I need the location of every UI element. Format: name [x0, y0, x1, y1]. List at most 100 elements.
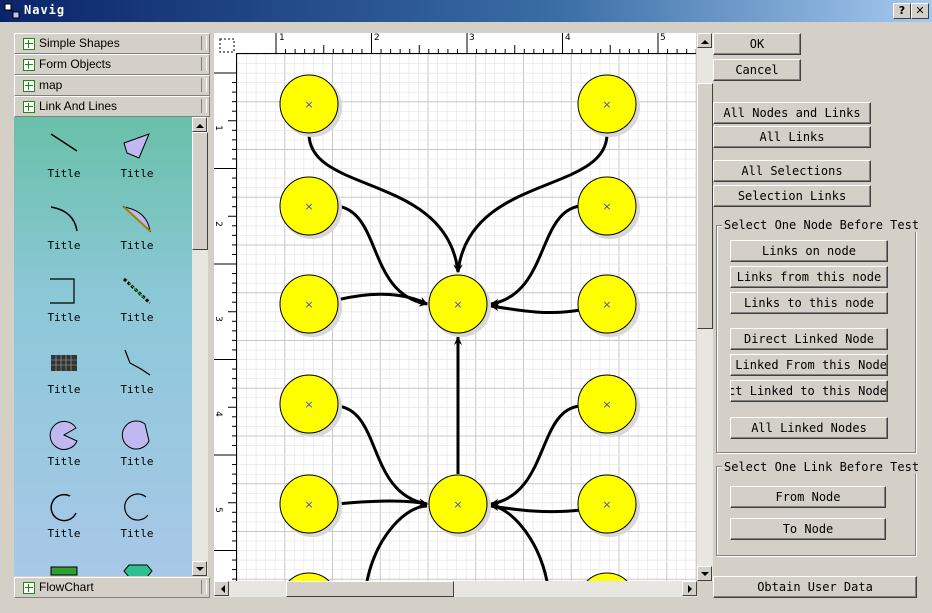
palette-item-polyline[interactable]: Title [107, 343, 167, 403]
svg-text:×: × [602, 200, 611, 213]
canvas-hscroll-thumb[interactable] [286, 581, 454, 597]
connector-icon [50, 566, 78, 576]
diagram-node[interactable]: × [577, 176, 640, 239]
svg-text:×: × [304, 98, 313, 111]
tag-icon [123, 564, 153, 576]
palette-item-pacman[interactable]: Title [34, 415, 94, 475]
polygon-icon [123, 133, 150, 159]
palette-item-grid[interactable]: Title [34, 343, 94, 403]
pie-icon [122, 206, 151, 233]
palette-item-open-circle[interactable]: Title [107, 487, 167, 547]
palette-item-tag[interactable] [107, 557, 167, 576]
links-from-node-button[interactable]: Links from this node [730, 266, 888, 288]
ruler-left: 1 2 3 4 5 [212, 53, 237, 599]
ruler-left-label: 2 [212, 221, 223, 227]
ruler-left-label: 5 [212, 507, 223, 513]
pacman-icon [49, 421, 78, 450]
chord-icon [121, 420, 150, 450]
all-selections-button[interactable]: All Selections [713, 160, 871, 182]
diagram-grid[interactable]: ×××××××××××××× [237, 54, 696, 581]
title-bar: Navig ? ✕ [0, 0, 932, 22]
svg-text:×: × [602, 98, 611, 111]
diagram-node[interactable]: × [577, 474, 640, 537]
svg-text:×: × [602, 498, 611, 511]
canvas-vscrollbar[interactable] [697, 33, 713, 581]
obtain-user-data-button[interactable]: Obtain User Data [713, 576, 917, 598]
svg-text:×: × [304, 298, 313, 311]
diagram-node[interactable]: × [578, 572, 640, 581]
svg-text:×: × [304, 498, 313, 511]
canvas-scroll-down-button[interactable] [697, 566, 712, 581]
ruler-top: 1 2 3 4 5 [236, 33, 726, 54]
window-title: Navig [24, 3, 66, 17]
to-node-button[interactable]: To Node [730, 518, 886, 540]
category-flowchart[interactable]: FlowChart [14, 577, 210, 598]
open-circle-icon [124, 493, 149, 521]
svg-text:×: × [453, 298, 462, 311]
palette-item-connector[interactable] [34, 557, 94, 576]
help-button[interactable]: ? [893, 3, 911, 19]
category-simple-shapes[interactable]: Simple Shapes [14, 33, 210, 54]
selection-links-button[interactable]: Selection Links [713, 185, 871, 207]
all-links-button[interactable]: All Links [713, 126, 871, 148]
palette-item-chord[interactable]: Title [107, 415, 167, 475]
direct-linked-from-node-button[interactable]: Direct Linked From this Node [730, 354, 888, 376]
palette-item-dimension[interactable]: Title [107, 271, 167, 331]
links-on-node-button[interactable]: Links on node [730, 240, 888, 262]
svg-text:×: × [453, 498, 462, 511]
palette-item-bracket[interactable]: Title [34, 271, 94, 331]
links-to-node-button[interactable]: Links to this node [730, 292, 888, 314]
ruler-top-label: 2 [374, 33, 380, 43]
svg-text:×: × [602, 398, 611, 411]
ruler-top-label: 4 [565, 33, 571, 43]
canvas-scroll-right-button[interactable] [682, 581, 697, 596]
bracket-icon [50, 278, 75, 304]
polyline-icon [124, 349, 151, 376]
scroll-thumb[interactable] [192, 132, 208, 250]
diagram-node[interactable]: × [577, 374, 640, 437]
ruler-corner [214, 33, 236, 53]
canvas-scroll-left-button[interactable] [214, 581, 229, 596]
direct-linked-to-node-button[interactable]: Direct Linked to this Node [730, 380, 888, 402]
svg-text:×: × [304, 200, 313, 213]
palette-items: Title Title Title Title Title Title Titl… [14, 117, 192, 576]
ok-button[interactable]: OK [713, 33, 801, 55]
diagram-node[interactable]: × [428, 274, 491, 337]
app-icon [4, 3, 20, 19]
palette-item-open-arc[interactable]: Title [34, 487, 94, 547]
svg-text:×: × [602, 298, 611, 311]
shape-palette: Simple Shapes Form Objects map Link And … [14, 33, 210, 598]
all-linked-nodes-button[interactable]: All Linked Nodes [730, 417, 888, 439]
node-test-group-label: Select One Node Before Test [722, 218, 922, 232]
expand-icon [23, 101, 35, 113]
diagram-node[interactable]: × [577, 274, 640, 337]
ruler-top-label: 1 [279, 33, 285, 43]
scroll-up-button[interactable] [192, 117, 207, 132]
ruler-top-label: 5 [660, 33, 666, 43]
palette-item-line[interactable]: Title [34, 127, 94, 187]
canvas-vscroll-thumb[interactable] [697, 83, 713, 329]
expand-icon [23, 59, 35, 71]
palette-item-arc[interactable]: Title [34, 199, 94, 259]
from-node-button[interactable]: From Node [730, 486, 886, 508]
scroll-down-button[interactable] [192, 561, 207, 576]
diagram-node[interactable]: × [577, 74, 640, 137]
palette-item-polygon[interactable]: Title [107, 127, 167, 187]
line-icon [50, 133, 78, 152]
diagram-node[interactable]: × [428, 474, 491, 537]
all-nodes-and-links-button[interactable]: All Nodes and Links [713, 102, 871, 124]
category-form-objects[interactable]: Form Objects [14, 54, 210, 75]
palette-scrollbar[interactable] [192, 117, 208, 576]
canvas-hscrollbar[interactable] [214, 581, 697, 597]
direct-linked-node-button[interactable]: Direct Linked Node [730, 328, 888, 350]
ruler-top-label: 3 [469, 33, 475, 43]
canvas-scroll-up-button[interactable] [697, 33, 712, 48]
category-map[interactable]: map [14, 75, 210, 96]
palette-item-pie[interactable]: Title [107, 199, 167, 259]
open-arc-icon [50, 493, 77, 522]
close-button[interactable]: ✕ [911, 3, 929, 19]
cancel-button[interactable]: Cancel [713, 59, 801, 81]
diagram-canvas-area: 1 2 3 4 5 1 2 3 4 5 × × × × × × × × × × … [212, 33, 726, 599]
svg-text:×: × [304, 398, 313, 411]
category-link-and-lines[interactable]: Link And Lines [14, 96, 210, 117]
